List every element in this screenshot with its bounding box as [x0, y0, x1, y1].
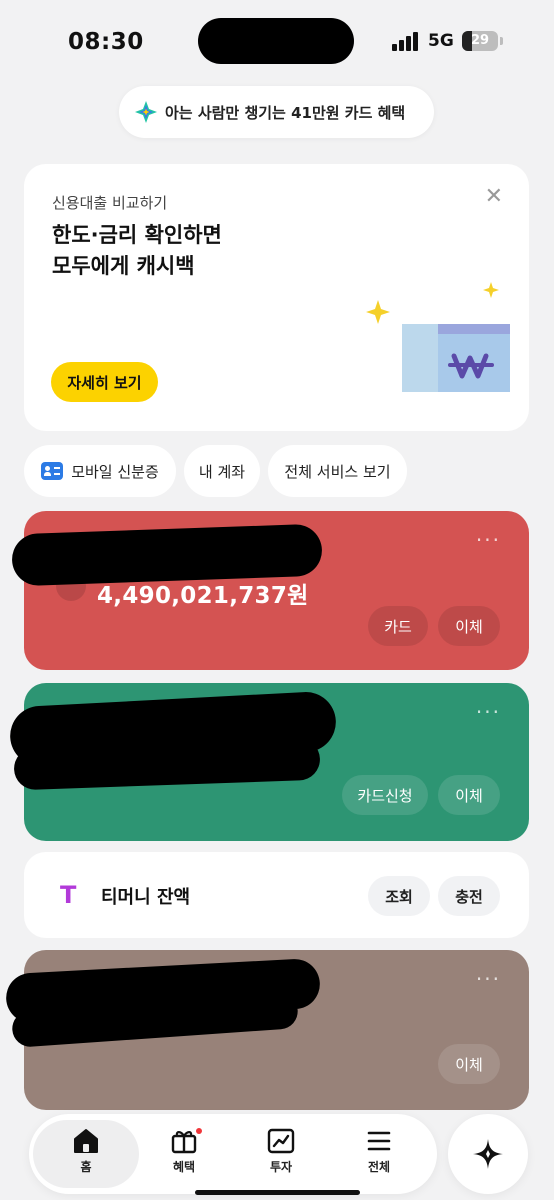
tab-all-label: 전체 — [367, 1160, 391, 1174]
home-indicator — [195, 1190, 360, 1195]
tab-benefits[interactable]: 혜택 — [144, 1128, 224, 1184]
sparkle-icon — [135, 101, 157, 123]
mobile-id-label: 모바일 신분증 — [71, 462, 159, 481]
dynamic-island — [198, 18, 354, 64]
tab-all[interactable]: 전체 — [339, 1128, 419, 1184]
ai-assistant-button[interactable] — [448, 1114, 528, 1194]
tmoney-label: 티머니 잔액 — [101, 887, 191, 908]
account-card-brown[interactable]: ··· 이체 — [4, 950, 529, 1110]
transfer-button[interactable]: 이체 — [438, 1044, 500, 1084]
tmoney-balance-card[interactable]: T 티머니 잔액 조회 충전 — [24, 852, 529, 938]
menu-icon — [367, 1131, 391, 1151]
loan-compare-card[interactable]: 신용대출 비교하기 한도·금리 확인하면 모두에게 캐시백 ✕ 자세히 보기 — [24, 164, 529, 431]
details-button[interactable]: 자세히 보기 — [51, 362, 158, 402]
promo-text: 아는 사람만 챙기는 41만원 카드 혜택 — [165, 103, 406, 122]
more-options-icon[interactable]: ··· — [476, 530, 501, 550]
transfer-button[interactable]: 이체 — [438, 606, 500, 646]
account-balance: 4,490,021,737원 — [97, 583, 309, 609]
network-type: 5G — [428, 31, 454, 51]
chart-icon — [267, 1128, 295, 1154]
tab-invest[interactable]: 투자 — [241, 1128, 321, 1184]
battery-tip — [500, 37, 503, 45]
check-balance-button[interactable]: 조회 — [368, 876, 430, 916]
account-bank-icon — [56, 571, 86, 601]
tab-benefits-label: 혜택 — [172, 1160, 196, 1174]
loan-card-title: 한도·금리 확인하면 모두에게 캐시백 — [52, 223, 222, 278]
tab-home-label: 홈 — [80, 1160, 92, 1174]
gift-icon — [171, 1131, 197, 1154]
more-options-icon[interactable]: ··· — [476, 702, 501, 722]
all-services-chip[interactable]: 전체 서비스 보기 — [268, 445, 407, 497]
account-card-red[interactable]: ··· 4,490,021,737원 카드 이체 — [11, 511, 529, 670]
transfer-button[interactable]: 이체 — [438, 775, 500, 815]
tab-home[interactable]: 홈 — [46, 1128, 126, 1184]
loan-card-subtitle: 신용대출 비교하기 — [52, 194, 168, 212]
bottom-tab-bar: 홈 혜택 투자 전체 — [29, 1114, 437, 1194]
status-time: 08:30 — [68, 29, 144, 55]
more-options-icon[interactable]: ··· — [476, 969, 501, 989]
my-account-chip[interactable]: 내 계좌 — [184, 445, 260, 497]
battery-level: 29 — [470, 33, 490, 48]
notification-dot — [196, 1128, 202, 1134]
status-bar: 08:30 5G 29 — [0, 0, 554, 84]
charge-button[interactable]: 충전 — [438, 876, 500, 916]
card-apply-button[interactable]: 카드신청 — [342, 775, 428, 815]
id-card-icon — [41, 462, 64, 480]
battery-icon: 29 — [462, 31, 498, 51]
home-icon — [74, 1129, 98, 1153]
mobile-id-chip[interactable]: 모바일 신분증 — [24, 445, 176, 497]
wallet-illustration — [366, 282, 510, 392]
tmoney-logo-icon: T — [60, 881, 77, 909]
tab-invest-label: 투자 — [269, 1160, 293, 1174]
close-icon[interactable]: ✕ — [485, 186, 503, 208]
card-button[interactable]: 카드 — [368, 606, 428, 646]
promo-banner[interactable]: 아는 사람만 챙기는 41만원 카드 혜택 — [119, 86, 434, 138]
sparkle-icon — [473, 1139, 503, 1169]
cellular-signal-icon — [392, 31, 420, 51]
account-card-green[interactable]: ··· 카드신청 이체 — [8, 683, 529, 841]
